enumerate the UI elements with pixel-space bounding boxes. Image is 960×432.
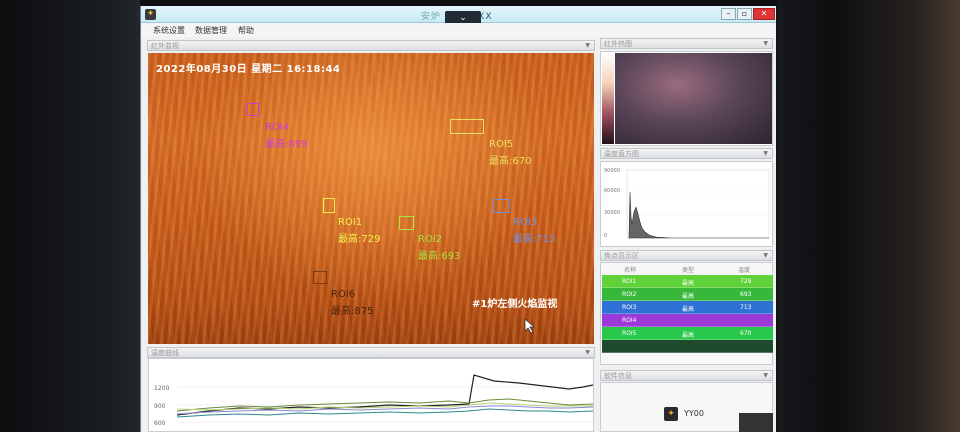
menu-item-system-settings[interactable]: 系统设置: [153, 25, 185, 36]
roi-label: ROI4 最高:899: [265, 122, 308, 150]
table-row[interactable]: ROI4: [602, 314, 773, 327]
roi-label: ROI5 最高:670: [489, 139, 532, 167]
roi-label: ROI6 最高:875: [331, 289, 374, 317]
table-row[interactable]: ROI2 最高 693: [602, 288, 773, 301]
trend-series-line: [176, 408, 594, 418]
title-bar[interactable]: ✦ 安炉 XXX ⌄ – ▫ ✕: [141, 6, 776, 25]
close-button[interactable]: ✕: [753, 8, 775, 20]
brand-logo-icon: ✦: [664, 407, 678, 421]
right-side-panel: 红外热图 ▼ 温度直方图 ▼ 90000 60000 30000 0 焦点显示区: [598, 38, 775, 432]
panel-menu-icon[interactable]: ▼: [763, 251, 768, 261]
temperature-histogram[interactable]: 90000 60000 30000 0: [600, 161, 773, 247]
thermal-panel-header[interactable]: 红外热图 ▼: [600, 38, 773, 49]
minimize-button[interactable]: –: [721, 8, 736, 20]
video-panel-header[interactable]: 红外监视 ▼: [147, 40, 595, 51]
roi-box[interactable]: [450, 119, 484, 134]
trend-lines: [176, 374, 594, 423]
menu-item-help[interactable]: 帮助: [238, 25, 254, 36]
brand-label: YY00: [684, 409, 704, 418]
roi-box[interactable]: [493, 199, 509, 213]
roi-box[interactable]: [247, 103, 259, 116]
infrared-video-view[interactable]: 2022年08月30日 星期二 16:18:44 ROI4 最高:899 ROI5…: [148, 53, 594, 344]
histogram-panel-header[interactable]: 温度直方图 ▼: [600, 148, 773, 159]
histogram-plot: [626, 169, 770, 239]
thermal-thumbnail[interactable]: [615, 53, 772, 144]
roi-label: ROI3 最高:713: [513, 217, 556, 245]
roi-temperature-table: 名称 类型 温度 ROI1 最高 729 ROI2 最高 693 ROI3 最高 713 R…: [600, 262, 773, 365]
panel-menu-icon[interactable]: ▼: [763, 39, 768, 49]
menu-item-data-management[interactable]: 数据管理: [195, 25, 227, 36]
software-info-panel: ✦ YY00: [600, 382, 773, 432]
roi-box[interactable]: [313, 271, 327, 284]
window-controls: – ▫ ✕: [721, 8, 775, 20]
panel-menu-icon[interactable]: ▼: [585, 41, 590, 51]
roi-label: ROI1 最高:729: [338, 217, 381, 245]
roi-box[interactable]: [399, 216, 414, 230]
roi-table-panel-header[interactable]: 焦点显示区 ▼: [600, 250, 773, 261]
maximize-button[interactable]: ▫: [737, 8, 752, 20]
dark-block: [739, 413, 773, 432]
flame-logo-icon[interactable]: ✦: [145, 9, 156, 20]
histogram-curve: [628, 191, 769, 239]
video-caption: #1炉左侧火焰监视: [472, 299, 558, 310]
roi-label: ROI2 最高:693: [418, 234, 461, 262]
table-row[interactable]: ROI5 最高 670: [602, 327, 773, 340]
table-row[interactable]: ROI3 最高 713: [602, 301, 773, 314]
thermal-image-panel[interactable]: [600, 51, 773, 146]
mouse-cursor-icon: [524, 318, 536, 334]
table-row[interactable]: [602, 340, 773, 353]
panel-menu-icon[interactable]: ▼: [763, 149, 768, 159]
trend-panel-header[interactable]: 温度曲线 ▼: [147, 347, 595, 358]
video-timestamp: 2022年08月30日 星期二 16:18:44: [156, 64, 341, 75]
monitor-bezel-left: [0, 0, 140, 432]
table-header: 名称 类型 温度: [624, 267, 751, 274]
color-scale-bar: [602, 53, 614, 144]
software-info-panel-header[interactable]: 软件信息 ▼: [600, 370, 773, 381]
roi-box[interactable]: [323, 198, 335, 213]
table-row[interactable]: ROI1 最高 729: [602, 275, 773, 288]
temperature-trend-chart[interactable]: 1200 900 600: [148, 358, 594, 432]
monitor-bezel-right: [778, 0, 960, 432]
app-window: ✦ 安炉 XXX ⌄ – ▫ ✕ 系统设置 数据管理 帮助 红外监视 ▼ 2022…: [140, 6, 776, 432]
menu-bar: 系统设置 数据管理 帮助: [141, 23, 776, 37]
panel-menu-icon[interactable]: ▼: [763, 371, 768, 381]
panel-menu-icon[interactable]: ▼: [585, 348, 590, 358]
